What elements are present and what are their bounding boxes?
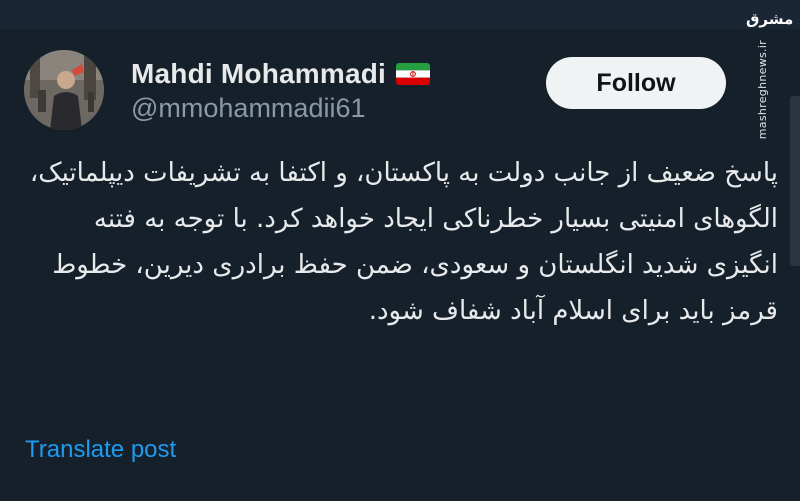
watermark: مشرق mashreghnews.ir xyxy=(742,6,793,139)
author-display-name[interactable]: Mahdi Mohammadi xyxy=(131,58,386,90)
author-name-row: Mahdi Mohammadi xyxy=(131,56,431,92)
iran-flag-icon xyxy=(396,63,431,85)
adjacent-panel-edge xyxy=(790,96,800,266)
watermark-url: mashreghnews.ir xyxy=(756,40,769,140)
top-strip xyxy=(0,0,800,29)
author-handle[interactable]: @mmohammadii61 xyxy=(131,93,365,124)
follow-button[interactable]: Follow xyxy=(546,57,726,109)
avatar-photo xyxy=(24,50,104,130)
tweet-text: پاسخ ضعیف از جانب دولت به پاکستان، و اکت… xyxy=(21,158,778,326)
watermark-logo: مشرق xyxy=(746,10,794,28)
profile-avatar[interactable] xyxy=(24,50,104,130)
translate-post-link[interactable]: Translate post xyxy=(25,436,176,464)
